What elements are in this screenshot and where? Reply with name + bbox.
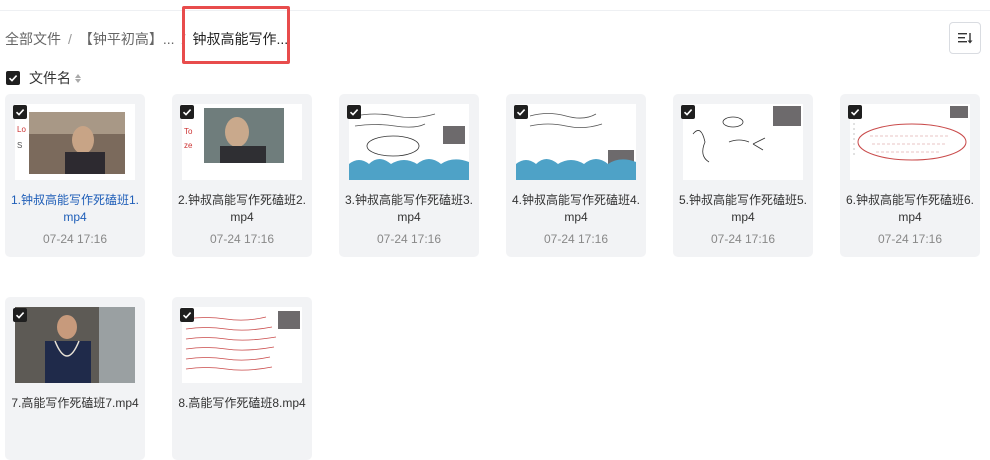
file-time: 07-24 17:16	[877, 232, 943, 246]
svg-text:S: S	[17, 141, 22, 150]
checkmark-icon	[516, 109, 526, 116]
svg-text:ze: ze	[184, 141, 193, 150]
whiteboard-thumbnail	[516, 104, 636, 180]
whiteboard-thumbnail	[683, 104, 803, 180]
file-name[interactable]: 8.高能写作死磕班8.mp4	[176, 395, 308, 412]
file-checkbox[interactable]	[347, 105, 361, 119]
file-checkbox[interactable]	[514, 105, 528, 119]
file-card[interactable]: 3.钟叔高能写作死磕班3.mp4 07-24 17:16	[339, 94, 479, 257]
checkmark-icon	[182, 109, 192, 116]
file-name[interactable]: 4.钟叔高能写作死磕班4.mp4	[510, 192, 642, 226]
file-name[interactable]: 1.钟叔高能写作死磕班1.mp4	[9, 192, 141, 226]
file-card[interactable]: 4.钟叔高能写作死磕班4.mp4 07-24 17:16	[506, 94, 646, 257]
file-time: 07-24 17:16	[209, 232, 275, 246]
file-card[interactable]: To ze 2.钟叔高能写作死磕班2.mp4 07-24 17:16	[172, 94, 312, 257]
file-time: 07-24 17:16	[42, 232, 108, 246]
checkmark-icon	[15, 109, 25, 116]
file-card[interactable]: 5.钟叔高能写作死磕班5.mp4 07-24 17:16	[673, 94, 813, 257]
svg-text:To: To	[184, 127, 193, 136]
checkmark-icon	[850, 109, 860, 116]
video-thumbnail	[15, 307, 135, 383]
video-thumbnail: To ze	[182, 104, 302, 180]
file-name[interactable]: 5.钟叔高能写作死磕班5.mp4	[677, 192, 809, 226]
file-name[interactable]: 6.钟叔高能写作死磕班6.mp4	[844, 192, 976, 226]
file-card[interactable]: 7.高能写作死磕班7.mp4	[5, 297, 145, 460]
file-card[interactable]: Lo S 1.钟叔高能写作死磕班1.mp4 07-24 17:16	[5, 94, 145, 257]
checkmark-icon	[349, 109, 359, 116]
file-checkbox[interactable]	[180, 308, 194, 322]
checkmark-icon	[182, 312, 192, 319]
whiteboard-thumbnail	[850, 104, 970, 180]
svg-text:Lo: Lo	[17, 125, 26, 134]
checkmark-icon	[15, 312, 25, 319]
file-checkbox[interactable]	[681, 105, 695, 119]
whiteboard-thumbnail	[349, 104, 469, 180]
video-thumbnail: Lo S	[15, 104, 135, 180]
whiteboard-thumbnail	[182, 307, 302, 383]
file-time: 07-24 17:16	[543, 232, 609, 246]
file-name[interactable]: 2.钟叔高能写作死磕班2.mp4	[176, 192, 308, 226]
file-card[interactable]: 6.钟叔高能写作死磕班6.mp4 07-24 17:16	[840, 94, 980, 257]
file-checkbox[interactable]	[848, 105, 862, 119]
file-time: 07-24 17:16	[376, 232, 442, 246]
file-checkbox[interactable]	[13, 105, 27, 119]
file-checkbox[interactable]	[180, 105, 194, 119]
file-card[interactable]: 8.高能写作死磕班8.mp4	[172, 297, 312, 460]
file-name[interactable]: 3.钟叔高能写作死磕班3.mp4	[343, 192, 475, 226]
file-name[interactable]: 7.高能写作死磕班7.mp4	[9, 395, 141, 412]
file-grid: Lo S 1.钟叔高能写作死磕班1.mp4 07-24 17:16 To ze …	[0, 0, 990, 460]
file-checkbox[interactable]	[13, 308, 27, 322]
file-time: 07-24 17:16	[710, 232, 776, 246]
checkmark-icon	[683, 109, 693, 116]
